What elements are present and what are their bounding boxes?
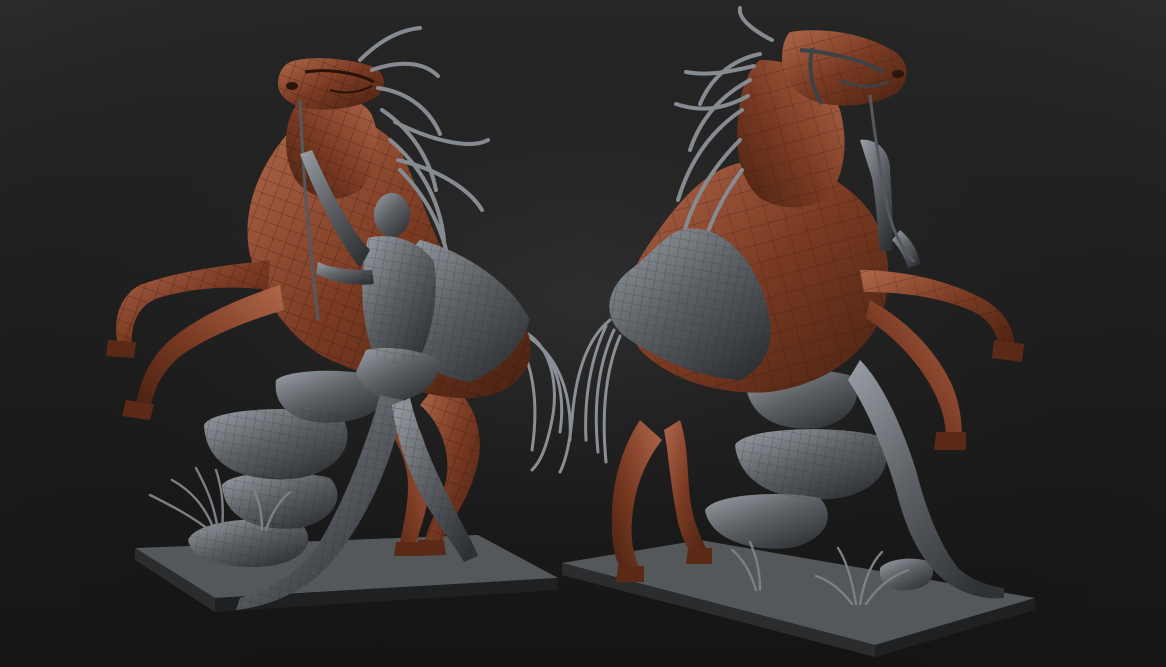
- viewport-render: [0, 0, 1166, 667]
- 3d-viewport[interactable]: [0, 0, 1166, 667]
